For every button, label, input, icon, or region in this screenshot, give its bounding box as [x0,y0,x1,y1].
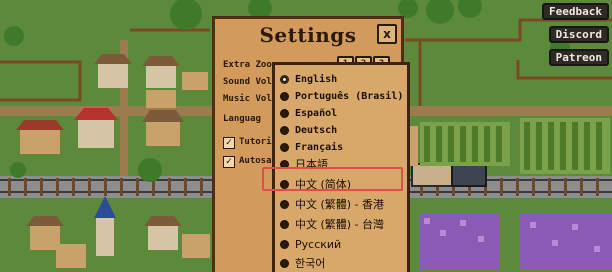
patreon-button[interactable]: Patreon [548,49,609,66]
radio-icon [280,142,289,152]
language-option-english[interactable]: English [280,71,337,87]
autosave-checkbox[interactable]: ✓ [223,156,235,168]
language-label: Languag [223,114,261,124]
language-option-chinese-taiwan[interactable]: 中文 (繁體) - 台灣 [280,216,384,232]
language-option-chinese-hongkong[interactable]: 中文 (繁體) - 香港 [280,196,384,212]
language-option-label: Français [295,141,344,153]
language-option-label: 中文 (繁體) - 香港 [295,198,385,211]
radio-icon [280,125,289,135]
autosave-label: Autosa [239,156,272,166]
radio-icon [280,199,289,209]
tutorial-checkbox[interactable]: ✓ [223,137,235,149]
extra-zoom-label: Extra Zoo [223,60,272,70]
feedback-button[interactable]: Feedback [542,3,609,20]
radio-icon [280,91,289,101]
language-option-russian[interactable]: Русский [280,236,341,252]
highlight-box [262,167,403,191]
language-option-label: Русский [295,237,342,251]
language-option-label: 한국어 [295,257,326,270]
music-volume-label: Music Vol [223,94,272,104]
radio-icon [280,108,289,118]
language-option-label: English [295,73,338,85]
radio-selected-icon [280,74,289,84]
language-option-portuguese[interactable]: Português (Brasil) [280,88,403,104]
tutorial-label: Tutori [239,137,272,147]
language-option-label: Português (Brasil) [295,90,404,102]
language-option-label: 中文 (繁體) - 台灣 [295,218,385,231]
sound-volume-label: Sound Vol [223,77,272,87]
radio-icon [280,258,289,268]
language-option-german[interactable]: Deutsch [280,122,337,138]
language-option-korean[interactable]: 한국어 [280,255,325,271]
language-option-french[interactable]: Français [280,139,343,155]
radio-icon [280,219,289,229]
settings-title: Settings [259,23,357,47]
radio-icon [280,239,289,249]
language-option-spanish[interactable]: Español [280,105,337,121]
language-option-label: Español [295,107,338,119]
language-option-label: Deutsch [295,124,338,136]
discord-button[interactable]: Discord [548,26,609,43]
close-button[interactable]: x [377,24,397,44]
